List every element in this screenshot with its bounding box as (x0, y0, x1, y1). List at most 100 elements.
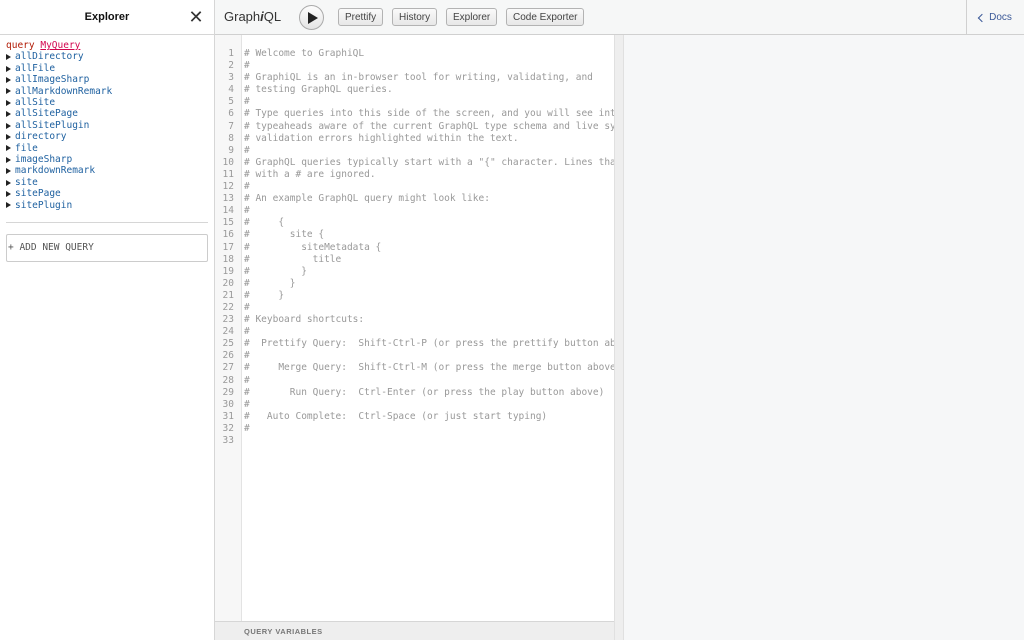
line-number: 22 (222, 301, 234, 313)
editor-line: 9 # (215, 145, 614, 157)
editor-line: 4 # testing GraphQL queries. (215, 84, 614, 96)
pane-resize-handle[interactable] (614, 35, 624, 640)
code-text: # } (244, 265, 307, 277)
line-number: 4 (228, 84, 234, 96)
play-icon (308, 11, 318, 24)
query-name[interactable]: MyQuery (40, 40, 80, 51)
history-button[interactable]: History (392, 8, 438, 26)
query-editor[interactable]: 1 # Welcome to GraphiQL 2 #3 # GraphiQL is a… (215, 35, 614, 621)
line-number: 29 (222, 386, 234, 398)
explorer-button[interactable]: Explorer (446, 8, 498, 26)
code-text: # Auto Complete: Ctrl-Space (or just sta… (244, 410, 548, 422)
code-text: # (244, 60, 250, 72)
line-number: 13 (222, 193, 234, 205)
code-text: # } (244, 277, 296, 289)
line-number: 11 (222, 168, 234, 180)
line-number: 23 (222, 314, 234, 326)
code-text: # (244, 398, 250, 410)
line-number: 32 (222, 422, 234, 434)
explorer-field-item[interactable]: sitePage (6, 188, 208, 199)
code-text: # Welcome to GraphiQL (244, 48, 365, 59)
explorer-field-item[interactable]: sitePlugin (6, 200, 208, 211)
line-number: 18 (222, 253, 234, 265)
code-text: # validation errors highlighted within t… (244, 132, 519, 144)
line-number: 8 (228, 132, 234, 144)
code-text: # (244, 301, 250, 313)
prettify-button[interactable]: Prettify (338, 8, 384, 26)
caret-right-icon (6, 190, 11, 197)
code-text: # (244, 374, 250, 386)
explorer-title: Explorer (84, 11, 130, 23)
code-text: # (244, 422, 250, 434)
editor-line: 30 # (215, 399, 614, 411)
line-number: 15 (222, 217, 234, 229)
line-number: 30 (222, 398, 234, 410)
docs-button[interactable]: Docs (966, 0, 1024, 35)
run-query-button[interactable] (299, 5, 324, 30)
editor-line: 26 # (215, 350, 614, 362)
line-number: 16 (222, 229, 234, 241)
explorer-field-item[interactable]: directory (6, 131, 208, 142)
editor-line: 7 # typeaheads aware of the current Graph… (215, 121, 614, 133)
explorer-field-item[interactable]: site (6, 177, 208, 188)
explorer-field-item[interactable]: allSite (6, 97, 208, 108)
code-text: # GraphQL queries typically start with a… (244, 156, 614, 168)
logo-suffix: QL (263, 9, 282, 24)
explorer-field-item[interactable]: imageSharp (6, 154, 208, 165)
code-text: # (244, 205, 250, 217)
caret-right-icon (6, 88, 11, 95)
caret-right-icon (6, 111, 11, 118)
caret-right-icon (6, 76, 11, 83)
explorer-field-item[interactable]: allSitePlugin (6, 120, 208, 131)
editor-line: 20 # } (215, 278, 614, 290)
close-icon[interactable]: ✕ (188, 8, 204, 26)
caret-right-icon (6, 133, 11, 140)
editor-line: 27 # Merge Query: Shift-Ctrl-M (or press … (215, 362, 614, 374)
caret-right-icon (6, 65, 11, 72)
caret-right-icon (6, 202, 11, 209)
code-exporter-button[interactable]: Code Exporter (506, 8, 585, 26)
explorer-field-label: directory (15, 131, 67, 143)
editor-line: 1 # Welcome to GraphiQL (215, 48, 614, 60)
explorer-field-item[interactable]: allDirectory (6, 51, 208, 62)
explorer-field-item[interactable]: markdownRemark (6, 165, 208, 176)
explorer-field-label: file (15, 142, 38, 154)
code-text: # (244, 326, 250, 338)
line-number: 21 (222, 289, 234, 301)
editor-line: 18 # title (215, 254, 614, 266)
query-variables-bar[interactable]: QUERY VARIABLES (215, 621, 614, 640)
code-text: # typeaheads aware of the current GraphQ… (244, 120, 614, 132)
graphiql-app: Explorer ✕ query MyQuery allDirectory all… (0, 0, 1024, 640)
explorer-field-item[interactable]: allMarkdownRemark (6, 86, 208, 97)
editor-line: 32 # (215, 423, 614, 435)
explorer-field-item[interactable]: allSitePage (6, 108, 208, 119)
code-text: # Type queries into this side of the scr… (244, 108, 614, 120)
editor-line: 28 # (215, 375, 614, 387)
explorer-field-label: markdownRemark (15, 165, 96, 177)
editor-line: 19 # } (215, 266, 614, 278)
editor-line: 22 # (215, 302, 614, 314)
code-text: # An example GraphQL query might look li… (244, 193, 490, 205)
editor-line: 25 # Prettify Query: Shift-Ctrl-P (or pre… (215, 338, 614, 350)
explorer-field-item[interactable]: allImageSharp (6, 74, 208, 85)
query-variables-label[interactable]: QUERY VARIABLES (244, 627, 323, 636)
editor-line: 11 # with a # are ignored. (215, 169, 614, 181)
editor-line: 29 # Run Query: Ctrl-Enter (or press the … (215, 387, 614, 399)
caret-right-icon (6, 99, 11, 106)
code-text: # (244, 144, 250, 156)
explorer-field-item[interactable]: allFile (6, 63, 208, 74)
line-number: 5 (228, 96, 234, 108)
toolbar: GraphiQL Prettify History Explorer Code … (215, 0, 1024, 35)
explorer-field-label: allImageSharp (15, 74, 90, 86)
explorer-field-label: allSite (15, 97, 56, 109)
code-text: # Run Query: Ctrl-Enter (or press the pl… (244, 386, 605, 398)
explorer-field-label: allFile (15, 62, 56, 74)
line-number: 10 (222, 156, 234, 168)
line-number: 6 (228, 108, 234, 120)
editor-line: 13 # An example GraphQL query might look … (215, 193, 614, 205)
code-text: # Prettify Query: Shift-Ctrl-P (or press… (244, 338, 614, 350)
add-new-query-button[interactable]: + ADD NEW QUERY (6, 234, 208, 263)
explorer-field-label: allDirectory (15, 51, 84, 63)
editor-line: 23 # Keyboard shortcuts: (215, 314, 614, 326)
explorer-field-item[interactable]: file (6, 143, 208, 154)
